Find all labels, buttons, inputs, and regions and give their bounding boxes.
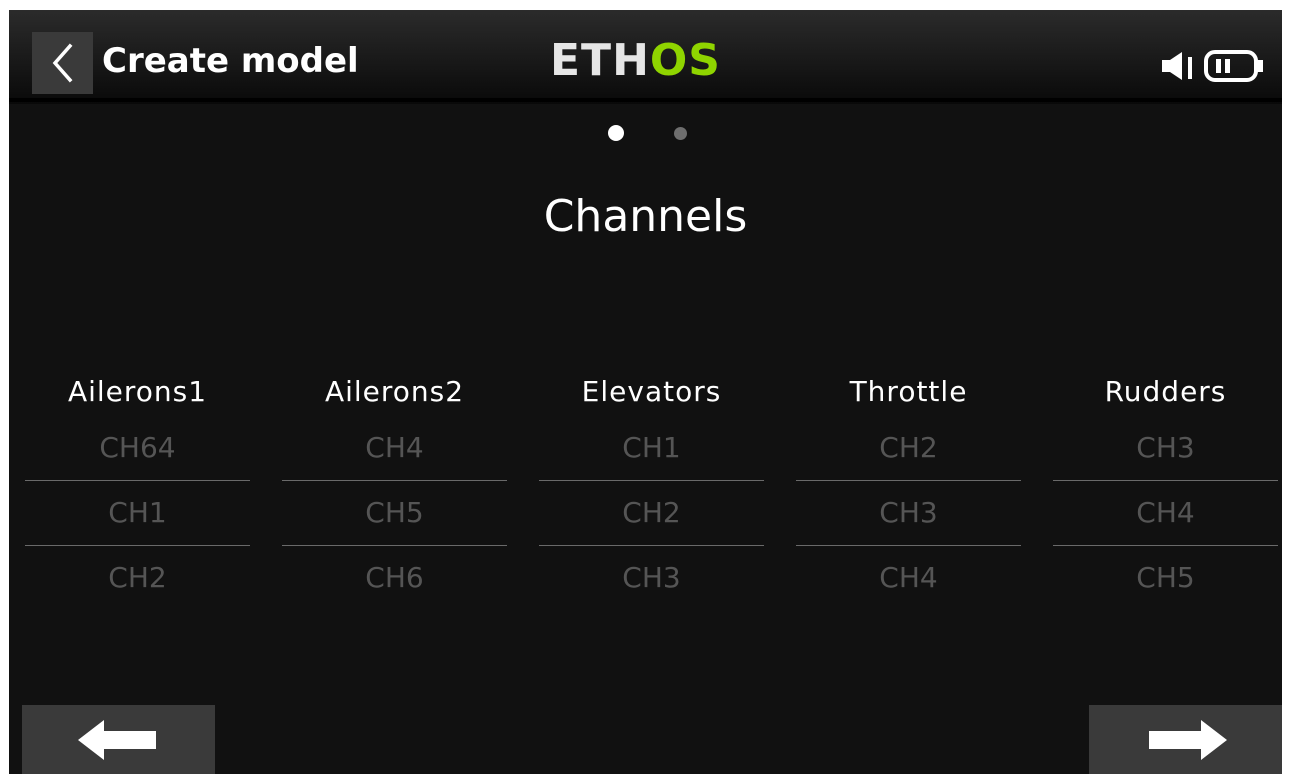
speaker-icon[interactable] xyxy=(1160,51,1198,81)
previous-button[interactable] xyxy=(22,705,215,774)
column-header: Ailerons2 xyxy=(324,375,465,408)
battery-icon[interactable] xyxy=(1204,50,1266,82)
column-rudders: Rudders CH3 CH4 CH5 xyxy=(1053,368,1278,610)
ethos-logo: ETHOS xyxy=(550,34,721,88)
next-button[interactable] xyxy=(1089,705,1282,774)
channel-option[interactable]: CH1 xyxy=(539,416,764,480)
column-header: Throttle xyxy=(849,375,968,408)
channel-option[interactable]: CH2 xyxy=(25,546,250,610)
logo-text-os: OS xyxy=(649,35,721,86)
channel-option[interactable]: CH1 xyxy=(25,481,250,545)
logo-text-eth: ETH xyxy=(550,35,650,86)
arrow-left-icon xyxy=(77,719,156,760)
channel-option[interactable]: CH4 xyxy=(282,416,507,480)
column-elevators: Elevators CH1 CH2 CH3 xyxy=(539,368,764,610)
arrow-right-icon xyxy=(1148,719,1227,760)
channel-option[interactable]: CH3 xyxy=(796,481,1021,545)
column-ailerons2: Ailerons2 CH4 CH5 CH6 xyxy=(282,368,507,610)
section-title: Channels xyxy=(543,191,748,242)
column-header: Rudders xyxy=(1104,375,1227,408)
channel-option[interactable]: CH6 xyxy=(282,546,507,610)
channel-option[interactable]: CH2 xyxy=(539,481,764,545)
status-icons xyxy=(1160,48,1265,84)
page-indicator xyxy=(605,123,705,145)
channel-option[interactable]: CH64 xyxy=(25,416,250,480)
column-throttle: Throttle CH2 CH3 CH4 xyxy=(796,368,1021,610)
column-header: Elevators xyxy=(581,375,722,408)
chevron-left-icon xyxy=(52,43,72,83)
channel-option[interactable]: CH3 xyxy=(1053,416,1278,480)
back-button[interactable] xyxy=(32,32,93,94)
column-ailerons1: Ailerons1 CH64 CH1 CH2 xyxy=(25,368,250,610)
page-header-title: Create model xyxy=(102,41,359,81)
channel-option[interactable]: CH4 xyxy=(1053,481,1278,545)
channel-columns: Ailerons1 CH64 CH1 CH2 Ailerons2 CH4 CH5… xyxy=(25,368,1279,628)
channel-option[interactable]: CH3 xyxy=(539,546,764,610)
channel-option[interactable]: CH5 xyxy=(282,481,507,545)
page-dot-inactive[interactable] xyxy=(674,127,687,140)
page-dot-active[interactable] xyxy=(608,125,624,141)
column-header: Ailerons1 xyxy=(67,375,208,408)
channel-option[interactable]: CH5 xyxy=(1053,546,1278,610)
channel-option[interactable]: CH2 xyxy=(796,416,1021,480)
header-bar: Create model ETHOS xyxy=(9,10,1282,104)
channel-option[interactable]: CH4 xyxy=(796,546,1021,610)
ethos-screen: Create model ETHOS Channels Ailerons1 CH… xyxy=(9,10,1282,774)
header-divider xyxy=(9,98,1282,102)
